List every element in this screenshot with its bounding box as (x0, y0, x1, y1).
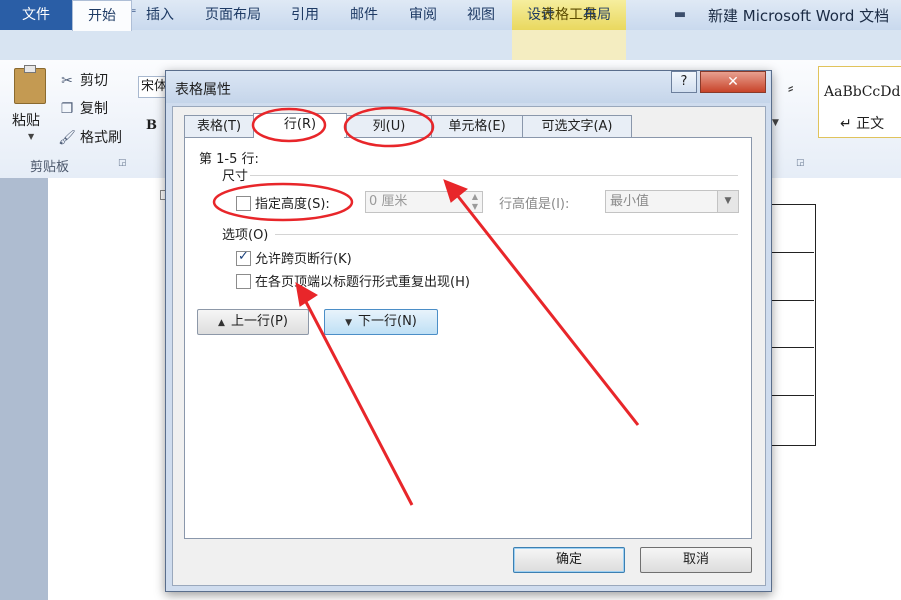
specify-height-highlight-ellipse (212, 182, 354, 222)
column-tab-highlight-ellipse (343, 106, 435, 148)
arrow-to-allow-break (303, 299, 414, 506)
row-tab-highlight-ellipse (251, 107, 327, 143)
arrow-to-height-input (455, 194, 640, 426)
arrow-head-height-input (443, 179, 468, 203)
annotation-overlay (212, 106, 640, 506)
